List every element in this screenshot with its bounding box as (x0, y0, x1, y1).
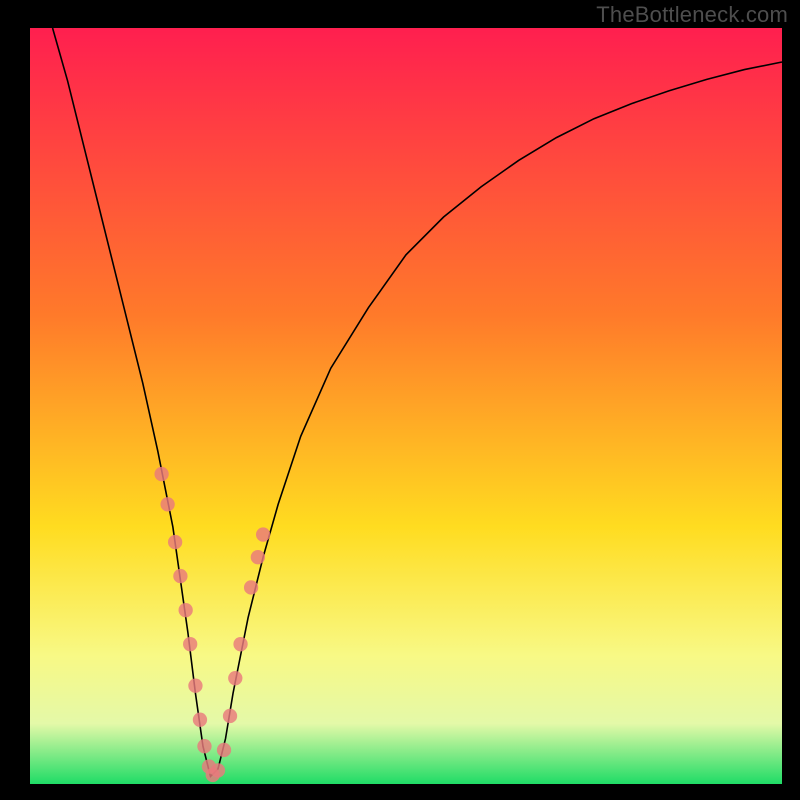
sample-dot (223, 709, 237, 723)
watermark-text: TheBottleneck.com (596, 2, 788, 28)
sample-dot (217, 743, 231, 757)
sample-dot (183, 637, 197, 651)
sample-dot (233, 637, 247, 651)
chart-svg (30, 28, 782, 784)
chart-frame: TheBottleneck.com (0, 0, 800, 800)
sample-dot (188, 679, 202, 693)
sample-dot (173, 569, 187, 583)
sample-dot (154, 467, 168, 481)
sample-dot (228, 671, 242, 685)
sample-dot (179, 603, 193, 617)
gradient-background (30, 28, 782, 784)
sample-dot (193, 713, 207, 727)
sample-dot (160, 497, 174, 511)
sample-dot (251, 550, 265, 564)
sample-dot (211, 763, 225, 777)
sample-dot (256, 527, 270, 541)
sample-dot (168, 535, 182, 549)
sample-dot (197, 739, 211, 753)
sample-dot (244, 580, 258, 594)
